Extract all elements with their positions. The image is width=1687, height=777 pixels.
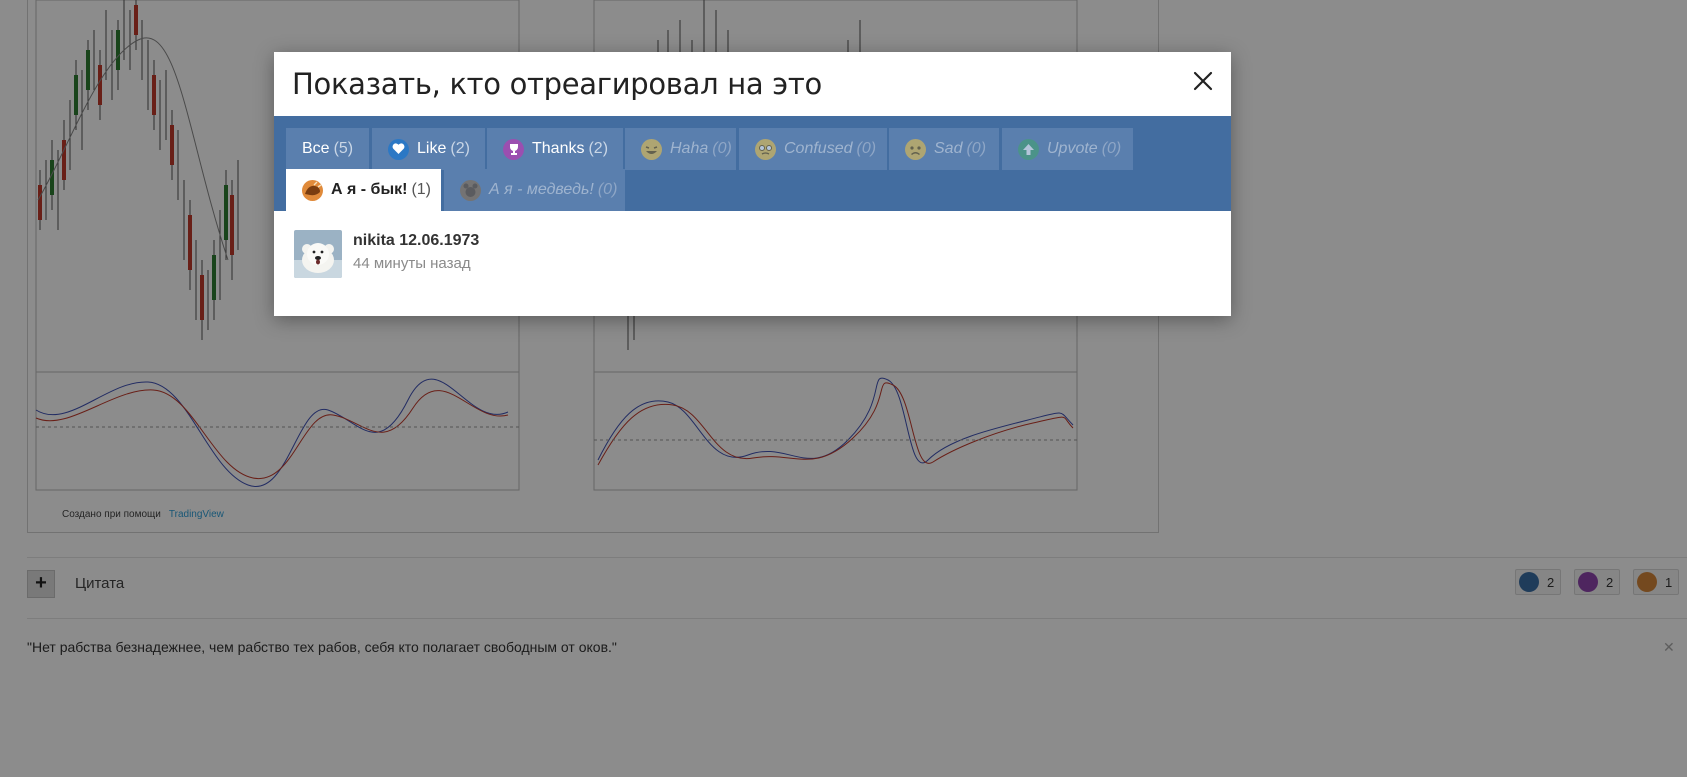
tab-label: Все — [302, 140, 330, 157]
tab-count: (2) — [588, 140, 609, 157]
tab-label: Thanks — [532, 140, 585, 157]
reaction-tabs: Все (5) Like (2) Thanks (2) Haha (0) Confuse… — [274, 116, 1231, 211]
tab-count: (5) — [333, 140, 354, 157]
tab-all[interactable]: Все (5) — [286, 128, 369, 170]
tab-upvote[interactable]: Upvote (0) — [1002, 128, 1133, 170]
tab-haha[interactable]: Haha (0) — [625, 128, 736, 170]
bull-icon — [302, 179, 323, 201]
tab-count: (0) — [1101, 140, 1122, 157]
tab-label: Upvote — [1047, 140, 1098, 157]
upvote-icon — [1018, 138, 1039, 160]
tab-bull[interactable]: А я - бык! (1) — [286, 169, 441, 211]
tab-bear[interactable]: А я - медведь! (0) — [444, 169, 625, 211]
tab-label: Confused — [784, 140, 853, 157]
avatar[interactable] — [294, 230, 342, 278]
tab-count: (0) — [966, 140, 987, 157]
reaction-time: 44 минуты назад — [353, 255, 471, 272]
tab-label: А я - бык! — [331, 181, 408, 198]
tab-label: Like — [417, 140, 447, 157]
tab-count: (0) — [712, 140, 732, 157]
bear-icon — [460, 179, 481, 201]
tab-confused[interactable]: Confused (0) — [739, 128, 887, 170]
tab-label: Sad — [934, 140, 963, 157]
reactions-modal: Показать, кто отреагировал на это Все (5)… — [274, 52, 1231, 316]
trophy-icon — [503, 138, 524, 160]
tab-count: (0) — [597, 181, 618, 198]
tab-count: (2) — [450, 140, 470, 157]
tab-sad[interactable]: Sad (0) — [889, 128, 999, 170]
modal-header: Показать, кто отреагировал на это — [274, 52, 1231, 116]
tab-like[interactable]: Like (2) — [372, 128, 485, 170]
sad-icon — [905, 138, 926, 160]
tab-thanks[interactable]: Thanks (2) — [487, 128, 623, 170]
tab-label: А я - медведь! — [489, 181, 594, 198]
tab-count: (0) — [856, 140, 877, 157]
username-link[interactable]: nikita 12.06.1973 — [353, 232, 479, 250]
tab-label: Haha — [670, 140, 709, 157]
close-icon[interactable] — [1192, 70, 1214, 92]
heart-icon — [388, 138, 409, 160]
modal-title: Показать, кто отреагировал на это — [292, 67, 822, 101]
confused-icon — [755, 138, 776, 160]
tab-count: (1) — [411, 181, 431, 198]
laugh-icon — [641, 138, 662, 160]
